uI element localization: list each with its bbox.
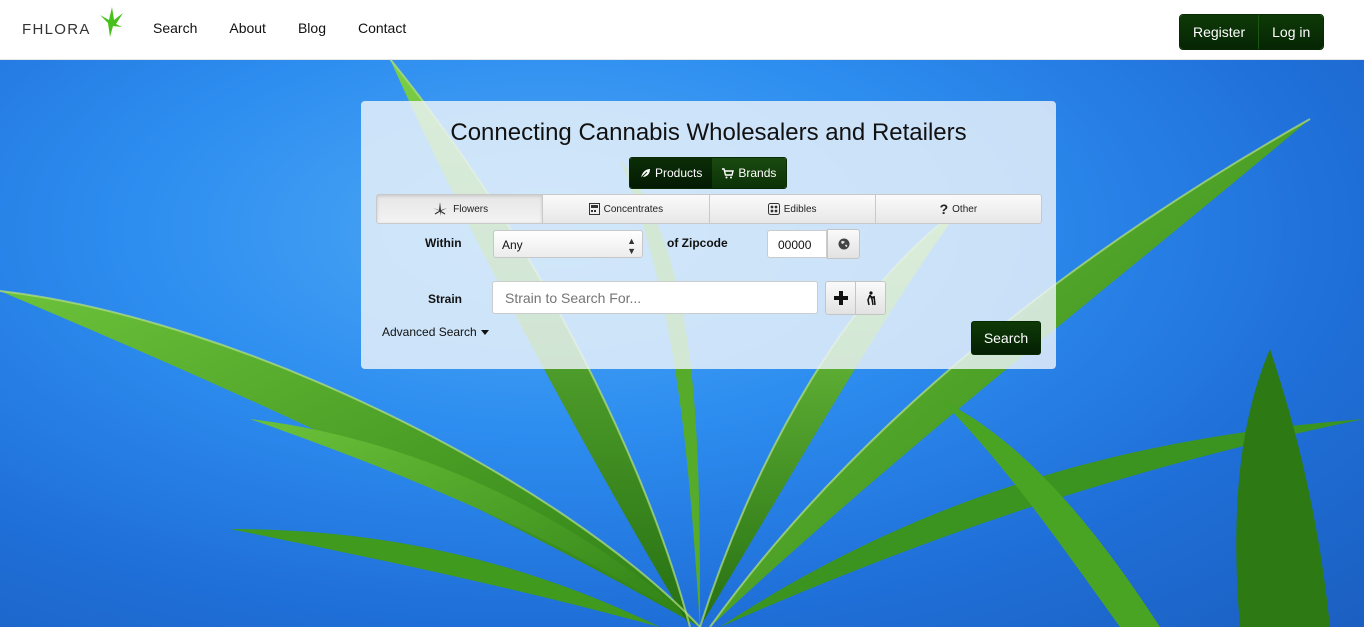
- search-button[interactable]: Search: [971, 321, 1041, 355]
- page-title: Connecting Cannabis Wholesalers and Reta…: [450, 119, 967, 146]
- brands-toggle-button[interactable]: Brands: [712, 158, 787, 188]
- tab-edibles-label: Edibles: [783, 203, 817, 215]
- globe-icon: [838, 238, 849, 250]
- tab-other[interactable]: ? Other: [875, 195, 1041, 223]
- tab-flowers-label: Flowers: [453, 203, 489, 215]
- zipcode-label: of Zipcode: [667, 236, 728, 250]
- cart-icon: [722, 167, 735, 178]
- zipcode-input[interactable]: 00000: [767, 230, 827, 258]
- caret-down-icon: [480, 329, 489, 335]
- within-label: Within: [425, 236, 462, 250]
- plus-icon: [833, 291, 848, 305]
- logo-leaf-icon: [100, 7, 123, 37]
- distance-select[interactable]: Any ▲ ▼: [493, 230, 643, 258]
- tab-concentrates-label: Concentrates: [603, 203, 664, 215]
- tab-other-label: Other: [952, 203, 978, 215]
- register-button[interactable]: Register: [1180, 15, 1259, 49]
- search-panel: Connecting Cannabis Wholesalers and Reta…: [361, 101, 1056, 369]
- nav-blog[interactable]: Blog: [298, 20, 326, 36]
- category-tabs: Flowers Concentrates Edibles ? Other: [376, 194, 1042, 224]
- main-nav: Search About Blog Contact: [153, 20, 406, 36]
- products-label: Products: [655, 166, 703, 180]
- tab-flowers[interactable]: Flowers: [377, 195, 544, 223]
- strain-search-input[interactable]: [492, 281, 818, 314]
- advanced-search-label: Advanced Search: [382, 325, 477, 339]
- auth-button-group: Register Log in: [1179, 14, 1325, 50]
- edibles-icon: [767, 203, 780, 215]
- mode-toggle: Products Brands: [629, 157, 788, 189]
- nav-about[interactable]: About: [229, 20, 266, 36]
- question-icon: ?: [939, 201, 949, 217]
- logo-text: FHLORA: [22, 21, 91, 38]
- brands-label: Brands: [738, 166, 777, 180]
- hiker-button[interactable]: [855, 282, 885, 314]
- strain-action-group: [825, 281, 886, 315]
- strain-label: Strain: [428, 292, 463, 306]
- concentrate-icon: [588, 203, 600, 215]
- hiker-icon: [866, 290, 876, 305]
- add-strain-button[interactable]: [826, 282, 855, 314]
- nav-search[interactable]: Search: [153, 20, 197, 36]
- nav-contact[interactable]: Contact: [358, 20, 406, 36]
- leaf-icon: [640, 168, 650, 178]
- select-arrows-icon: ▲ ▼: [627, 236, 636, 256]
- tab-concentrates[interactable]: Concentrates: [543, 195, 710, 223]
- advanced-search-toggle[interactable]: Advanced Search: [382, 325, 489, 339]
- tab-edibles[interactable]: Edibles: [709, 195, 876, 223]
- login-button[interactable]: Log in: [1258, 15, 1324, 49]
- distance-select-value: Any: [502, 238, 523, 252]
- leaf-icon: [433, 201, 448, 216]
- top-navbar: FHLORA Search About Blog Contact Registe…: [0, 0, 1364, 60]
- products-toggle-button[interactable]: Products: [630, 158, 713, 188]
- locate-button[interactable]: [827, 229, 860, 259]
